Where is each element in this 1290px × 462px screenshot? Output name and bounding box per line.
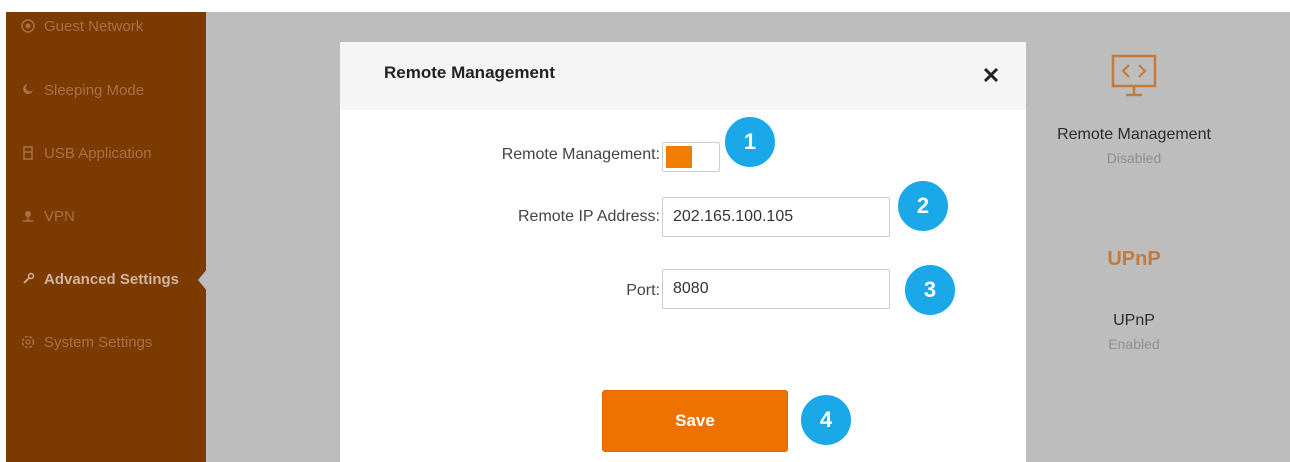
upnp-card[interactable]: UPnP UPnP Enabled (1074, 248, 1194, 352)
active-indicator (198, 268, 208, 292)
sidebar-item-advanced-settings[interactable]: Advanced Settings (20, 267, 179, 291)
sidebar-item-label: USB Application (44, 144, 152, 162)
port-input[interactable] (662, 269, 890, 309)
sidebar-item-sleeping-mode[interactable]: Sleeping Mode (20, 78, 144, 102)
sleeping-mode-icon (20, 82, 36, 98)
port-label: Port: (626, 282, 660, 299)
remote-ip-input[interactable] (662, 197, 890, 237)
remote-management-toggle[interactable] (662, 142, 720, 172)
sidebar-item-label: System Settings (44, 333, 153, 351)
card-status: Disabled (1106, 150, 1162, 166)
dialog-header: Remote Management (340, 42, 1026, 110)
close-icon[interactable] (980, 64, 1002, 86)
sidebar-item-label: Sleeping Mode (44, 81, 145, 99)
sidebar-item-label: Advanced Settings (44, 270, 180, 288)
remote-ip-label: Remote IP Address: (518, 208, 660, 225)
callout-badge-3: 3 (902, 262, 958, 318)
callout-badge-2: 2 (895, 178, 951, 234)
toggle-on-indicator (666, 146, 692, 168)
usb-icon (20, 145, 36, 161)
guest-network-icon (20, 18, 36, 34)
dialog-title: Remote Management (384, 63, 555, 82)
monitor-code-icon (1042, 52, 1226, 112)
card-label: Remote Management (1057, 126, 1211, 143)
remote-management-card[interactable]: Remote Management Disabled (1042, 52, 1226, 166)
sidebar-item-guest-network[interactable]: Guest Network (20, 14, 143, 38)
remote-management-label: Remote Management: (501, 146, 660, 163)
wrench-icon (20, 271, 36, 287)
sidebar-item-label: VPN (44, 207, 75, 225)
sidebar-item-label: Guest Network (44, 17, 144, 35)
sidebar: Guest Network Sleeping Mode USB Applicat… (6, 12, 206, 462)
sidebar-item-usb-application[interactable]: USB Application (20, 141, 152, 165)
vpn-icon (20, 208, 36, 224)
app-frame: Guest Network Sleeping Mode USB Applicat… (6, 12, 1290, 462)
save-button[interactable]: Save (602, 390, 788, 452)
upnp-icon: UPnP (1107, 248, 1161, 270)
gear-icon (20, 334, 36, 350)
callout-badge-4: 4 (798, 392, 854, 448)
card-status: Enabled (1108, 336, 1160, 352)
callout-badge-1: 1 (722, 114, 778, 170)
sidebar-item-vpn[interactable]: VPN (20, 204, 75, 228)
sidebar-item-system-settings[interactable]: System Settings (20, 330, 152, 354)
remote-management-dialog: Remote Management Remote Management: Rem… (340, 42, 1026, 462)
card-label: UPnP (1113, 312, 1155, 329)
